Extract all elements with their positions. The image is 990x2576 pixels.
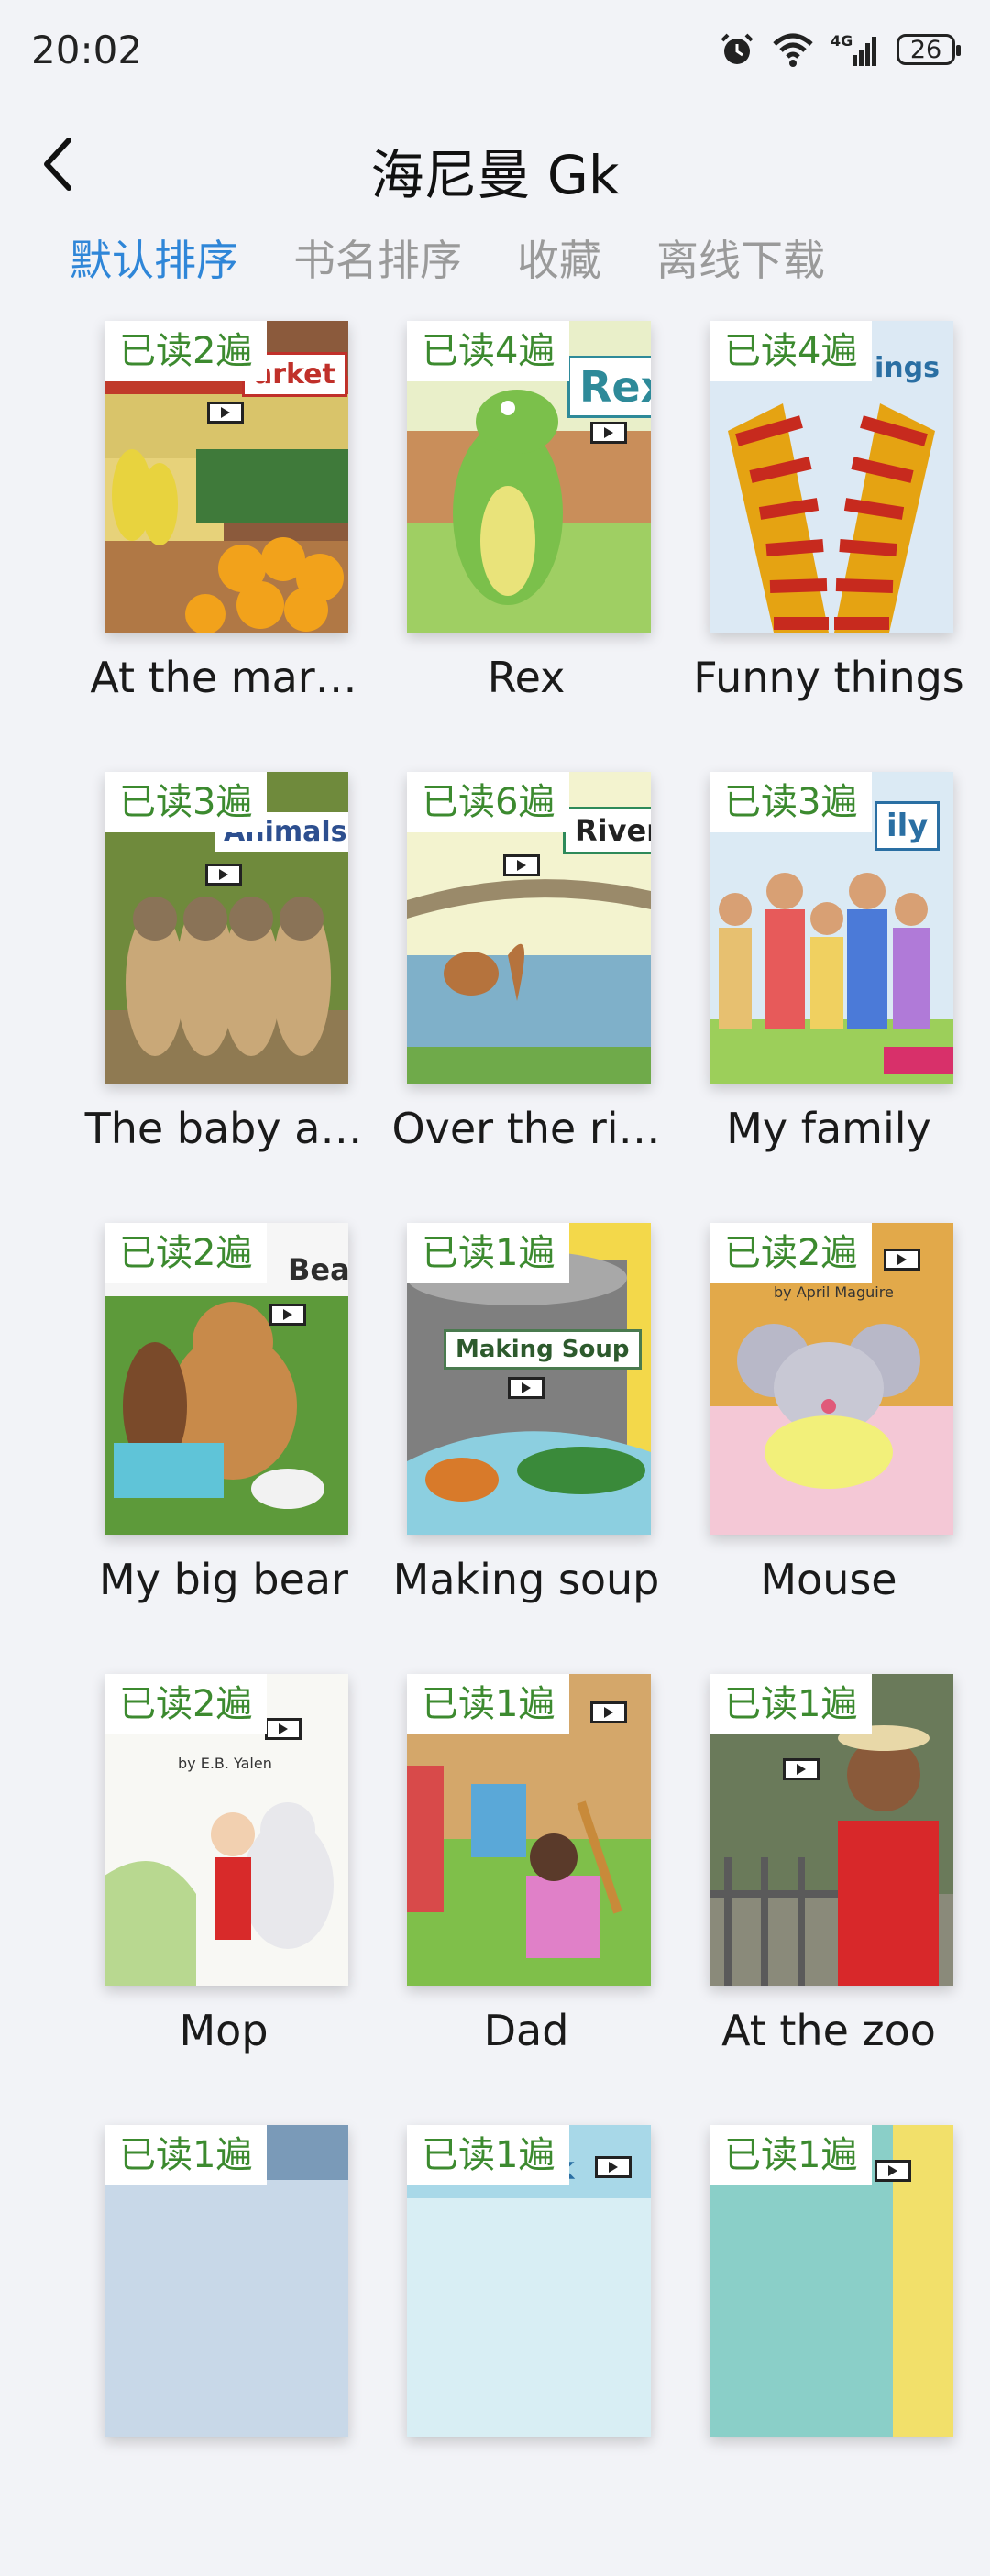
read-count-badge: 已读6遍 (407, 772, 570, 832)
play-icon (207, 402, 244, 424)
play-icon (265, 1718, 302, 1740)
alarm-icon (720, 33, 754, 64)
book-cover: ings 已读4遍 (710, 321, 953, 633)
book-grid: arket 已读2遍 At the mar… Rex 已读4遍 Rex (0, 321, 990, 2576)
read-count-badge: 已读2遍 (710, 1223, 873, 1283)
book-title: The baby a… (84, 1104, 363, 1153)
book-cover: by E.B. Yalen 已读2遍 (104, 1674, 348, 1986)
book-cover: 已读1遍 (104, 2125, 348, 2437)
play-icon (205, 864, 242, 886)
book-item[interactable]: 已读1遍 At the zoo (646, 1674, 953, 2125)
play-icon (884, 1249, 920, 1271)
read-count-badge: 已读1遍 (407, 1223, 570, 1283)
cover-title: by E.B. Yalen (178, 1755, 272, 1772)
book-cover: Making Soup 已读1遍 (407, 1223, 651, 1535)
book-item[interactable]: ings 已读4遍 Funny things (646, 321, 964, 772)
book-title: Mop (179, 2006, 269, 2055)
book-cover: Rex 已读4遍 (407, 321, 651, 633)
cover-title: Bear (288, 1252, 348, 1287)
read-count-badge: 已读2遍 (104, 321, 268, 381)
book-item[interactable]: by E.B. Yalen 已读2遍 Mop (41, 1674, 348, 2125)
play-icon (595, 2156, 632, 2178)
cover-title: Making Soup (444, 1329, 642, 1370)
book-cover: Animals 已读3遍 (104, 772, 348, 1084)
read-count-badge: 已读4遍 (710, 321, 873, 381)
svg-text:4G: 4G (830, 32, 852, 50)
play-icon (783, 1758, 820, 1780)
battery-icon: 26 (896, 34, 961, 65)
book-title: At the zoo (721, 2006, 936, 2055)
book-cover: 已读1遍 (407, 1674, 651, 1986)
read-count-badge: 已读3遍 (104, 772, 268, 832)
status-bar: 20:02 4G 26 (0, 0, 990, 110)
book-item[interactable]: Making Soup 已读1遍 Making soup (344, 1223, 659, 1674)
read-count-badge: 已读4遍 (407, 321, 570, 381)
book-title: My family (726, 1104, 931, 1153)
book-cover: Bear 已读2遍 (104, 1223, 348, 1535)
book-title: Making soup (392, 1555, 660, 1604)
book-title: At the mar… (90, 653, 358, 702)
read-count-badge: 已读1遍 (710, 2125, 873, 2185)
book-item[interactable]: 已读1遍 (41, 2125, 348, 2576)
book-item[interactable]: 已读1遍 Dad (344, 1674, 651, 2125)
play-icon (508, 1377, 544, 1399)
book-item[interactable]: by April Maguire 已读2遍 Mouse (646, 1223, 953, 1674)
book-cover: arket 已读2遍 (104, 321, 348, 633)
book-title: Dad (483, 2006, 569, 2055)
book-item[interactable]: arket 已读2遍 At the mar… (41, 321, 358, 772)
sort-tabs: 默认排序 书名排序 收藏 离线下载 (70, 227, 825, 288)
book-item[interactable]: Bear 已读2遍 My big bear (41, 1223, 348, 1674)
play-icon (590, 1701, 627, 1723)
cellular-signal-icon: 4G (830, 32, 876, 66)
read-count-badge: 已读1遍 (407, 1674, 570, 1734)
book-item[interactable]: Animals 已读3遍 The baby a… (41, 772, 362, 1223)
book-cover: 已读1遍 (710, 1674, 953, 1986)
book-title: Funny things (693, 653, 964, 702)
read-count-badge: 已读1遍 (407, 2125, 570, 2185)
read-count-badge: 已读3遍 (710, 772, 873, 832)
play-icon (270, 1304, 306, 1326)
cover-title: ily (874, 801, 940, 851)
book-title: Mouse (760, 1555, 897, 1604)
book-cover: k 已读1遍 (407, 2125, 651, 2437)
cover-title: Rex (567, 356, 651, 418)
page-title: 海尼曼 Gk (370, 144, 620, 206)
header: 海尼曼 Gk (0, 119, 990, 211)
play-icon (503, 854, 540, 876)
book-cover: by April Maguire 已读2遍 (710, 1223, 953, 1535)
read-count-badge: 已读1遍 (710, 1674, 873, 1734)
read-count-badge: 已读2遍 (104, 1223, 268, 1283)
book-title: Over the ri… (391, 1104, 661, 1153)
tab-title-sort[interactable]: 书名排序 (293, 227, 462, 288)
cover-title: ings (874, 352, 940, 384)
book-cover: ily 已读3遍 (710, 772, 953, 1084)
book-cover: 已读1遍 (710, 2125, 953, 2437)
play-icon (874, 2160, 911, 2182)
status-icons: 4G 26 (719, 31, 961, 68)
wifi-icon (773, 33, 813, 67)
read-count-badge: 已读2遍 (104, 1674, 268, 1734)
tab-default-sort[interactable]: 默认排序 (70, 227, 238, 288)
book-item[interactable]: k 已读1遍 (344, 2125, 651, 2576)
status-time: 20:02 (31, 28, 143, 72)
cover-title: by April Maguire (774, 1283, 894, 1301)
book-title: My big bear (99, 1555, 348, 1604)
read-count-badge: 已读1遍 (104, 2125, 268, 2185)
book-item[interactable]: ily 已读3遍 My family (646, 772, 953, 1223)
cover-title: River (563, 807, 651, 854)
tab-offline-download[interactable]: 离线下载 (656, 227, 825, 288)
tab-favorites[interactable]: 收藏 (517, 227, 601, 288)
battery-level: 26 (909, 35, 942, 64)
book-item[interactable]: Rex 已读4遍 Rex (344, 321, 651, 772)
book-item[interactable]: River 已读6遍 Over the ri… (344, 772, 661, 1223)
book-cover: River 已读6遍 (407, 772, 651, 1084)
book-title: Rex (487, 653, 566, 702)
book-item[interactable]: 已读1遍 (646, 2125, 953, 2576)
play-icon (590, 422, 627, 444)
